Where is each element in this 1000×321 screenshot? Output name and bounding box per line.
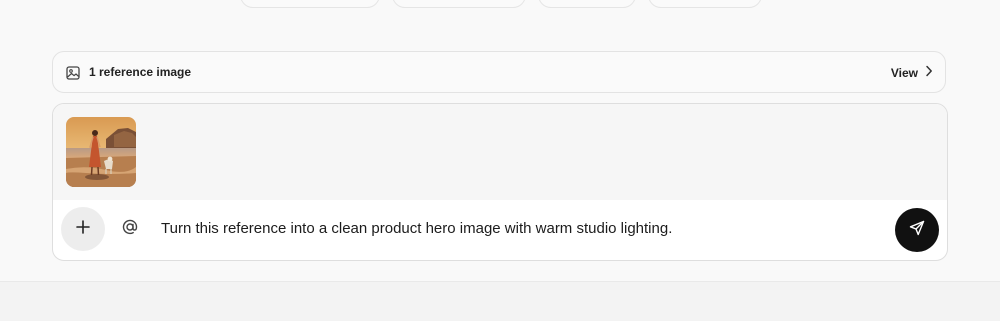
suggestion-chips-row [0, 0, 1000, 10]
suggestion-chip[interactable] [648, 0, 762, 8]
add-attachment-button[interactable] [61, 207, 105, 251]
footer-band [0, 281, 1000, 321]
send-icon [909, 220, 925, 241]
send-button[interactable] [895, 208, 939, 252]
view-label: View [890, 66, 918, 80]
at-icon [121, 218, 139, 241]
image-icon [66, 66, 80, 80]
chevron-right-icon [925, 64, 933, 82]
mention-button[interactable] [120, 219, 140, 239]
prompt-composer: Turn this reference into a clean product… [52, 103, 948, 261]
reference-image-bar: 1 reference image View [52, 51, 946, 93]
reference-count-label: 1 reference image [89, 65, 192, 79]
suggestion-chip[interactable] [392, 0, 526, 8]
suggestion-chip[interactable] [538, 0, 636, 8]
view-references-button[interactable]: View [891, 52, 933, 94]
reference-thumbnail[interactable] [66, 117, 136, 187]
prompt-input[interactable]: Turn this reference into a clean product… [161, 220, 881, 237]
plus-icon [75, 219, 91, 240]
suggestion-chip[interactable] [240, 0, 380, 8]
attachments-area [53, 104, 947, 200]
